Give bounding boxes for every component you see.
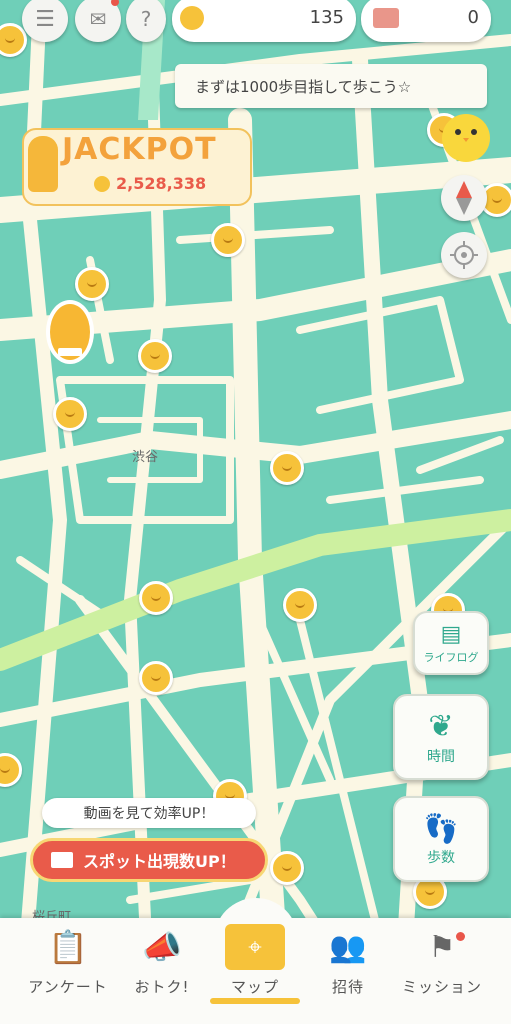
spot-boost-button[interactable]: スポット出現数UP！ bbox=[30, 838, 268, 882]
coin-face-icon bbox=[150, 351, 160, 359]
mission-notification-dot bbox=[456, 932, 465, 941]
time-label: 時間 bbox=[427, 748, 455, 765]
sprout-icon: ❦ bbox=[428, 708, 454, 744]
flag-icon: ⚑ bbox=[428, 930, 456, 965]
coin-spot[interactable] bbox=[53, 397, 87, 431]
nav-map[interactable]: ⌖ マップ bbox=[205, 924, 305, 1014]
spot-boost-label: スポット出現数UP！ bbox=[83, 852, 236, 871]
ticket-counter[interactable]: 0 bbox=[361, 0, 491, 42]
menu-icon: ☰ bbox=[35, 6, 55, 32]
message-banner: まずは1000歩目指して歩こう☆ bbox=[175, 64, 487, 108]
mail-icon: ✉ bbox=[89, 7, 107, 31]
coin-count: 135 bbox=[309, 7, 344, 28]
footprints-icon: 👣 bbox=[423, 811, 459, 845]
coin-face-icon bbox=[65, 409, 75, 417]
help-icon: ? bbox=[140, 7, 152, 31]
nav-active-indicator bbox=[210, 998, 300, 1004]
people-icon: 👥 bbox=[329, 930, 367, 965]
jackpot-coin-icon bbox=[94, 176, 110, 192]
coin-spot[interactable] bbox=[211, 223, 245, 257]
coin-face-icon bbox=[151, 593, 161, 601]
coin-face-icon bbox=[223, 235, 233, 243]
egg-spot[interactable] bbox=[44, 296, 96, 366]
crosshair-icon bbox=[450, 241, 478, 269]
jackpot-panel[interactable]: JACKPOT 2,528,338 bbox=[22, 128, 252, 206]
ticket-icon bbox=[373, 8, 399, 28]
coin-face-icon bbox=[295, 600, 305, 608]
nav-invite[interactable]: 👥 招待 bbox=[298, 924, 398, 1014]
coin-spot[interactable] bbox=[139, 661, 173, 695]
compass-icon bbox=[456, 181, 472, 215]
coin-spot[interactable] bbox=[270, 851, 304, 885]
map-pin-icon: ⌖ bbox=[225, 924, 285, 970]
coin-spot[interactable] bbox=[139, 581, 173, 615]
coin-icon bbox=[180, 6, 204, 30]
lifelog-label: ライフログ bbox=[423, 650, 479, 664]
nav-survey-label: アンケート bbox=[28, 978, 108, 996]
ticket-count: 0 bbox=[467, 7, 479, 28]
chick-mascot[interactable] bbox=[438, 104, 494, 164]
app-screen: 渋谷 桜丘町 ☰ ✉ ? 135 0 まずは1000歩目指して歩こう☆ bbox=[0, 0, 511, 1024]
nav-mission-label: ミッション bbox=[401, 978, 482, 996]
trophy-icon bbox=[28, 136, 58, 192]
nav-deals-label: おトク! bbox=[134, 978, 190, 996]
nav-mission[interactable]: ⚑ ミッション bbox=[392, 924, 492, 1014]
nav-survey[interactable]: 📋 アンケート bbox=[18, 924, 118, 1014]
steps-label: 歩数 bbox=[427, 849, 455, 866]
coin-face-icon bbox=[151, 673, 161, 681]
nav-deals[interactable]: 📣 おトク! bbox=[112, 924, 212, 1014]
time-button[interactable]: ❦ 時間 bbox=[393, 694, 489, 780]
steps-button[interactable]: 👣 歩数 bbox=[393, 796, 489, 882]
coin-spot[interactable] bbox=[270, 451, 304, 485]
nav-map-label: マップ bbox=[230, 978, 279, 996]
video-icon bbox=[51, 852, 73, 868]
promo-tip: 動画を見て効率UP！ bbox=[42, 798, 256, 828]
coin-face-icon bbox=[492, 195, 502, 203]
map-label-shibuya: 渋谷 bbox=[132, 450, 159, 465]
nav-invite-label: 招待 bbox=[331, 978, 364, 996]
jackpot-title: JACKPOT bbox=[62, 132, 217, 167]
promo-tip-text: 動画を見て効率UP！ bbox=[83, 806, 215, 822]
notebook-icon: ▤ bbox=[440, 621, 462, 647]
coin-face-icon bbox=[87, 279, 97, 287]
megaphone-icon: 📣 bbox=[142, 928, 182, 966]
coin-spot[interactable] bbox=[283, 588, 317, 622]
coin-counter[interactable]: 135 bbox=[172, 0, 356, 42]
coin-face-icon bbox=[282, 463, 292, 471]
compass-button[interactable] bbox=[441, 175, 487, 221]
jackpot-amount: 2,528,338 bbox=[116, 174, 207, 193]
banner-message: まずは1000歩目指して歩こう☆ bbox=[195, 77, 412, 96]
coin-spot[interactable] bbox=[138, 339, 172, 373]
locate-button[interactable] bbox=[441, 232, 487, 278]
coin-face-icon bbox=[5, 35, 15, 43]
coin-face-icon bbox=[0, 765, 10, 773]
lifelog-button[interactable]: ▤ ライフログ bbox=[413, 611, 489, 675]
coin-face-icon bbox=[425, 887, 435, 895]
coin-face-icon bbox=[282, 863, 292, 871]
clipboard-icon: 📋 bbox=[48, 928, 88, 966]
